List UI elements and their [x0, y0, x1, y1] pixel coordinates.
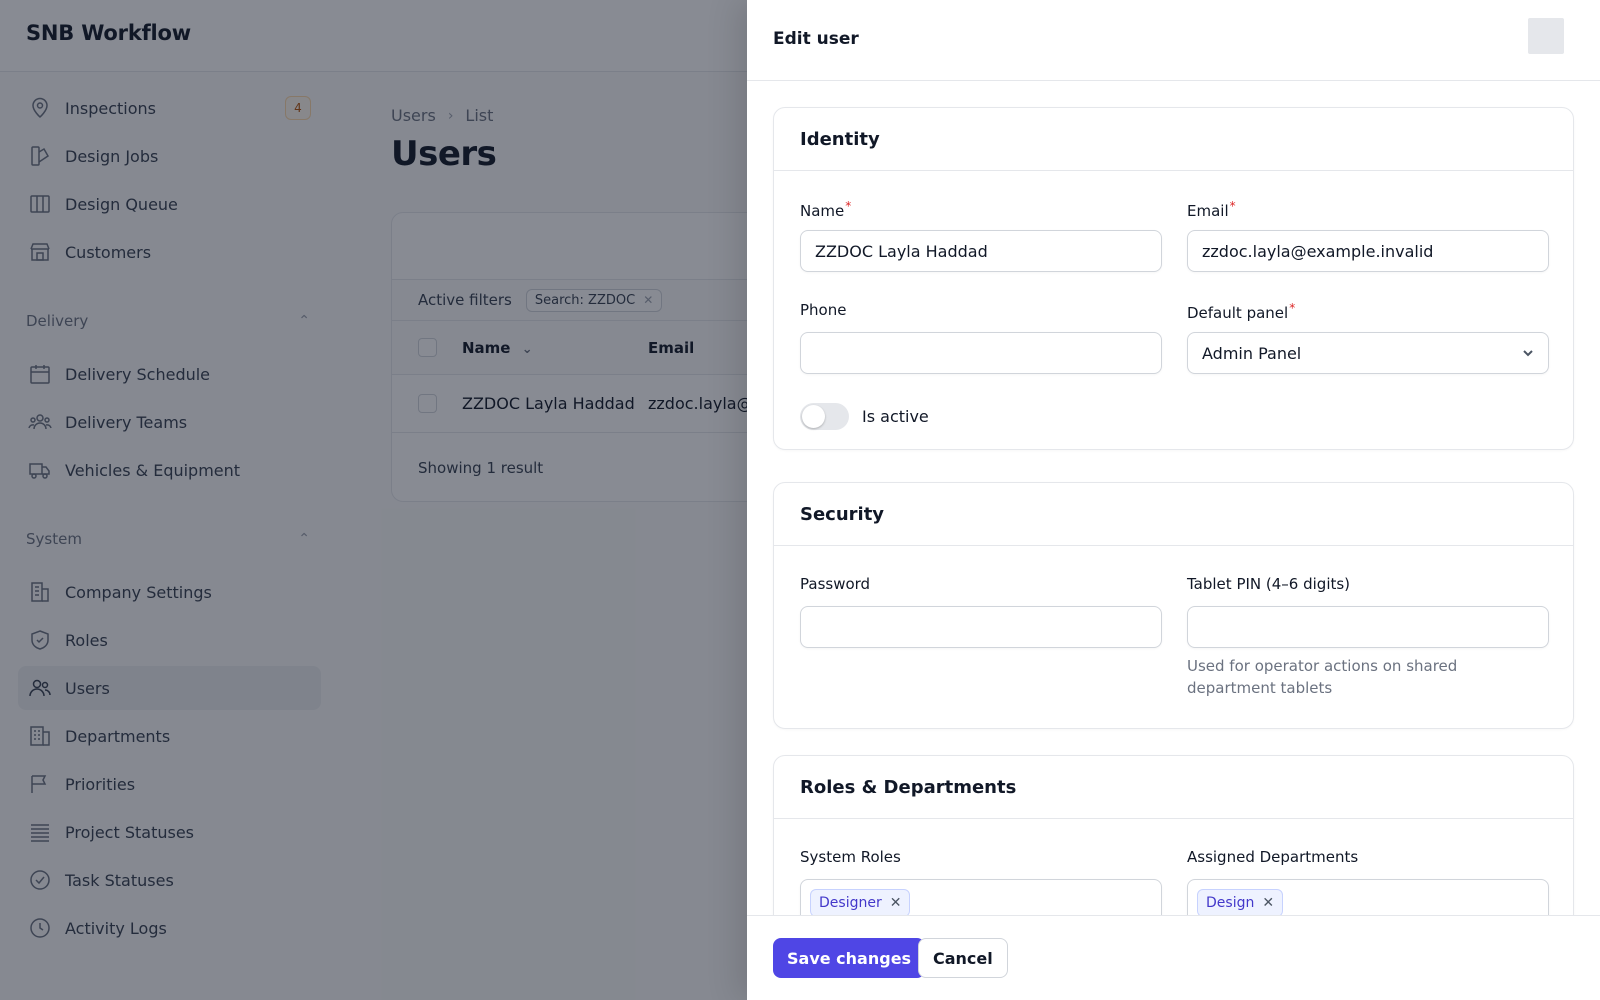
cancel-button[interactable]: Cancel [918, 938, 1008, 978]
panel-title: Edit user [773, 29, 859, 49]
default-panel-select[interactable]: Admin Panel [1187, 332, 1549, 374]
identity-section: Identity Name* ZZDOC Layla Haddad Email*… [773, 107, 1574, 450]
is-active-label: Is active [862, 407, 929, 426]
name-field[interactable]: ZZDOC Layla Haddad [800, 230, 1162, 272]
is-active-toggle[interactable] [800, 403, 849, 430]
email-label: Email* [1187, 199, 1236, 220]
section-heading: Identity [774, 108, 1573, 171]
assigned-departments-label: Assigned Departments [1187, 848, 1359, 866]
remove-tag-icon[interactable]: ✕ [1262, 895, 1274, 911]
department-tag: Design ✕ [1197, 889, 1284, 915]
remove-tag-icon[interactable]: ✕ [890, 895, 902, 911]
tablet-pin-label: Tablet PIN (4–6 digits) [1187, 575, 1351, 593]
section-heading: Roles & Departments [774, 756, 1573, 819]
section-heading: Security [774, 483, 1573, 546]
departments-multiselect[interactable]: Design ✕ [1187, 879, 1549, 915]
close-icon: ‹ [1563, 26, 1564, 47]
edit-user-slideover: Edit user ‹ Identity Name* ZZDOC Layla H… [747, 0, 1600, 1000]
password-field[interactable] [800, 606, 1162, 648]
roles-departments-section: Roles & Departments System Roles Designe… [773, 755, 1574, 915]
phone-field[interactable] [800, 332, 1162, 374]
role-tag: Designer ✕ [810, 889, 911, 915]
security-section: Security Password Tablet PIN (4–6 digits… [773, 482, 1574, 729]
tablet-pin-hint: Used for operator actions on shared depa… [1187, 657, 1458, 697]
phone-label: Phone [800, 301, 847, 319]
role-tag-label: Designer [819, 895, 882, 911]
default-panel-label: Default panel* [1187, 301, 1296, 322]
tablet-pin-field[interactable] [1187, 606, 1549, 648]
panel-footer: Save changes Cancel [747, 915, 1600, 1000]
panel-body[interactable]: Identity Name* ZZDOC Layla Haddad Email*… [747, 81, 1600, 915]
panel-header: Edit user ‹ [747, 0, 1600, 81]
save-changes-button[interactable]: Save changes [773, 938, 926, 978]
system-roles-multiselect[interactable]: Designer ✕ [800, 879, 1162, 915]
chevron-down-icon [1520, 345, 1536, 361]
department-tag-label: Design [1206, 895, 1255, 911]
name-label: Name* [800, 199, 852, 220]
password-label: Password [800, 575, 871, 593]
close-button[interactable]: ‹ [1528, 18, 1564, 54]
default-panel-value: Admin Panel [1202, 343, 1302, 363]
email-field[interactable]: zzdoc.layla@example.invalid [1187, 230, 1549, 272]
system-roles-label: System Roles [800, 848, 901, 866]
toggle-knob [802, 405, 825, 428]
